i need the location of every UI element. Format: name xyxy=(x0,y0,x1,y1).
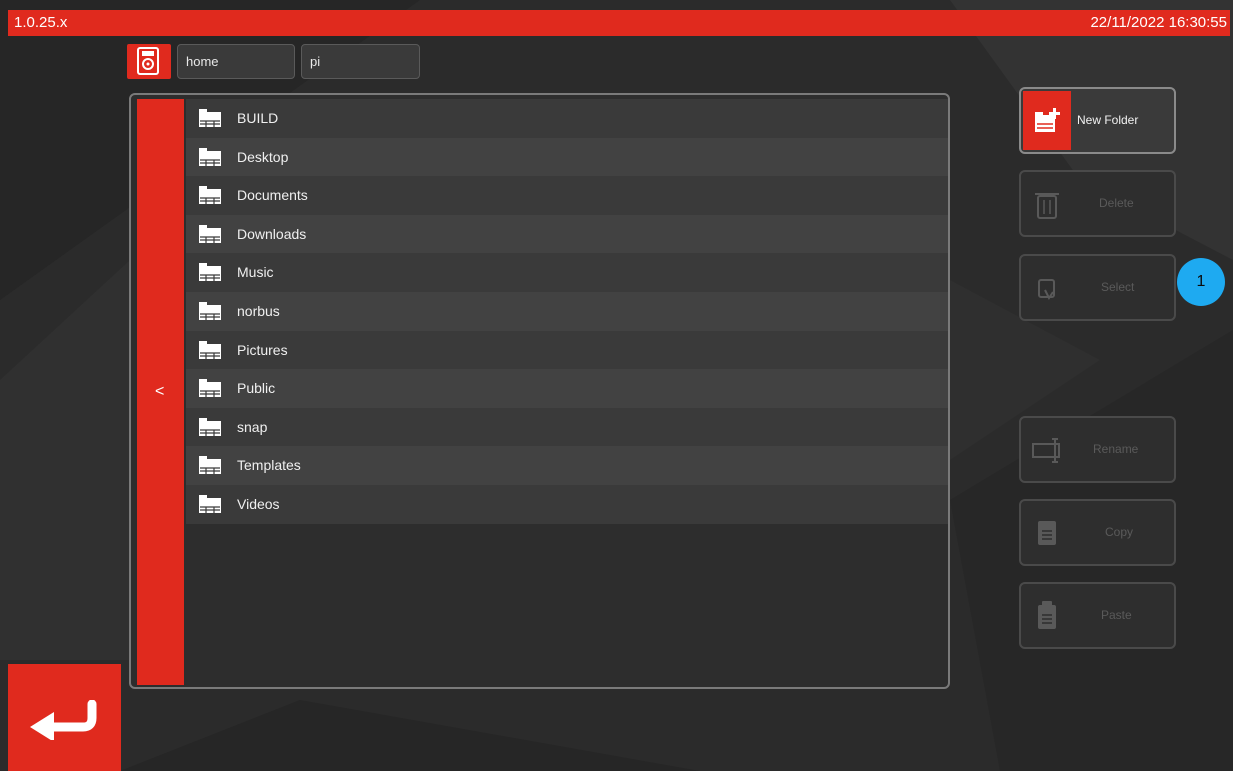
parent-directory-button[interactable]: < xyxy=(137,99,184,685)
rename-label: Rename xyxy=(1093,442,1139,456)
folder-icon xyxy=(199,340,221,359)
paste-label: Paste xyxy=(1101,608,1132,622)
return-button[interactable] xyxy=(8,664,121,771)
rename-icon xyxy=(1032,438,1060,463)
back-chevron-label: < xyxy=(155,383,165,400)
folder-name: Videos xyxy=(237,495,280,512)
folder-icon xyxy=(199,301,221,320)
breadcrumb-root-button[interactable] xyxy=(127,44,171,79)
new-folder-icon xyxy=(1035,108,1060,132)
new-folder-button[interactable]: New Folder xyxy=(1019,87,1176,154)
folder-name: Public xyxy=(237,380,276,397)
folder-name: Documents xyxy=(237,187,308,204)
folder-icon xyxy=(199,224,221,243)
file-browser-panel: < BUILD Desktop Documents Downloads Music nor… xyxy=(129,93,950,689)
return-arrow-icon xyxy=(30,700,97,740)
folder-name: Desktop xyxy=(237,148,289,165)
select-button[interactable]: Select xyxy=(1019,254,1176,321)
folder-row[interactable]: Documents xyxy=(186,176,948,215)
folder-list: BUILD Desktop Documents Downloads Music norbu… xyxy=(186,99,948,524)
copy-button[interactable]: Copy xyxy=(1019,499,1176,566)
folder-icon xyxy=(199,263,221,282)
paste-button[interactable]: Paste xyxy=(1019,582,1176,649)
select-icon xyxy=(1038,279,1055,300)
folder-name: norbus xyxy=(237,302,280,319)
folder-name: Templates xyxy=(237,457,301,474)
datetime-label: 22/11/2022 16:30:55 xyxy=(1090,14,1227,31)
folder-name: Downloads xyxy=(237,225,307,242)
status-bar: 1.0.25.x 22/11/2022 16:30:55 xyxy=(8,10,1230,36)
copy-icon xyxy=(1038,521,1056,545)
folder-icon xyxy=(199,109,221,127)
folder-icon xyxy=(199,379,221,398)
folder-row[interactable]: Videos xyxy=(186,484,948,524)
folder-icon xyxy=(199,494,221,513)
paste-icon xyxy=(1038,601,1056,629)
folder-name: BUILD xyxy=(237,110,279,126)
folder-row[interactable]: Downloads xyxy=(186,214,948,254)
trash-icon xyxy=(1035,193,1059,219)
new-folder-label: New Folder xyxy=(1077,113,1139,127)
breadcrumb-item-home[interactable]: home xyxy=(177,44,295,79)
drive-icon xyxy=(137,47,159,75)
folder-icon xyxy=(199,456,221,475)
select-label: Select xyxy=(1101,280,1135,294)
delete-button[interactable]: Delete xyxy=(1019,170,1176,237)
callout-marker: 1 xyxy=(1177,258,1225,306)
breadcrumb-item-pi[interactable]: pi xyxy=(301,44,420,79)
folder-name: Pictures xyxy=(237,341,288,358)
folder-row[interactable]: BUILD xyxy=(186,99,948,138)
folder-name: Music xyxy=(237,264,274,281)
delete-label: Delete xyxy=(1099,196,1134,210)
copy-label: Copy xyxy=(1105,525,1134,539)
folder-icon xyxy=(199,417,221,436)
folder-name: snap xyxy=(237,418,268,435)
rename-button[interactable]: Rename xyxy=(1019,416,1176,483)
folder-icon xyxy=(199,147,221,166)
folder-row[interactable]: Desktop xyxy=(186,137,948,177)
version-label: 1.0.25.x xyxy=(14,14,68,31)
folder-row[interactable]: norbus xyxy=(186,291,948,331)
folder-row[interactable]: Templates xyxy=(186,446,948,485)
folder-row[interactable]: Music xyxy=(186,253,948,292)
folder-icon xyxy=(199,186,221,205)
folder-row[interactable]: Pictures xyxy=(186,330,948,370)
folder-row[interactable]: Public xyxy=(186,369,948,408)
folder-row[interactable]: snap xyxy=(186,407,948,447)
